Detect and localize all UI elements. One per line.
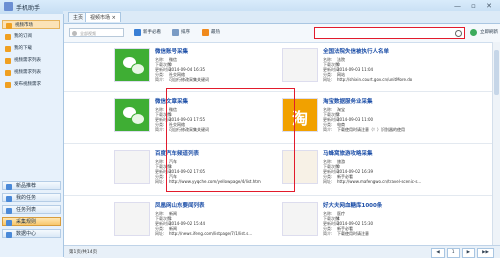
sort-icon (172, 29, 179, 36)
list-icon (6, 207, 12, 214)
filter-icon (72, 30, 77, 36)
task-icon (6, 195, 12, 202)
page-count: 第1页/共14页 (69, 250, 98, 255)
sort-button[interactable]: 排序 (172, 28, 190, 37)
filter-dropdown[interactable]: 全部视频 (69, 28, 124, 37)
status-bar: 第1页/共14页 ◀ 1 ▶ ▶▶ (64, 245, 500, 258)
bubble-icon (131, 63, 145, 75)
search-input[interactable] (317, 29, 455, 36)
toolbar: 全部视频 新手必看 排序 最热 立即刷新 (64, 24, 500, 43)
window-controls[interactable]: — ▫ ✕ (454, 2, 496, 10)
folder-icon (5, 45, 11, 52)
wechat-logo-icon (114, 48, 150, 82)
sidebar-item-requests-2[interactable]: 视频需求列表 (2, 68, 60, 77)
refresh-button[interactable]: 立即刷新 (470, 28, 498, 37)
tab-strip: 主页 视频市场 × (63, 11, 500, 24)
webpage-thumbnail-icon (114, 150, 150, 184)
vertical-scrollbar[interactable] (492, 42, 500, 245)
list-item[interactable]: 马蜂窝旅游攻略采集 名称: 旅游 下载次数:0 更新时间:2014-09-02 1… (282, 148, 487, 200)
sidebar: 视频市场 我的订阅 我的下载 视频需求列表 视频需求列表 发布视频需求 新品推荐… (0, 14, 64, 257)
folder-icon (5, 81, 11, 88)
refresh-icon (470, 29, 477, 36)
folder-icon (6, 22, 12, 29)
sidebar-item-requests[interactable]: 视频需求列表 (2, 56, 60, 65)
hot-button[interactable]: 最热 (202, 28, 220, 37)
webpage-thumbnail-icon (282, 202, 318, 236)
sidebar-nav-data-center[interactable]: 数据中心 (2, 229, 61, 238)
app-title: 手机助手 (16, 5, 41, 12)
sidebar-item-publish[interactable]: 发布视频需求 (2, 80, 60, 89)
folder-icon (5, 69, 11, 76)
card-row: 简介: 下载使用时请注意 (323, 230, 369, 236)
sidebar-item-video-market[interactable]: 视频市场 (2, 20, 60, 29)
card-title[interactable]: 好大夫网血糖库1000条 (323, 201, 483, 209)
search-box (314, 27, 465, 39)
sidebar-nav-rules[interactable]: 采集规则 (2, 217, 61, 226)
bubble-icon (131, 113, 145, 125)
sidebar-nav-new[interactable]: 新品推荐 (2, 181, 61, 190)
scrollbar-thumb[interactable] (494, 50, 499, 95)
divider (64, 91, 492, 92)
card-row: 网址: http://www.mafengwo.cn/travel-scenic-… (323, 178, 422, 184)
webpage-thumbnail-icon (114, 202, 150, 236)
card-row: 网址: http://shixin.court.gov.cn/unitMore.d… (323, 76, 413, 82)
divider (64, 143, 492, 144)
book-icon (134, 29, 141, 36)
newbie-button[interactable]: 新手必看 (134, 28, 161, 37)
tab-video-market[interactable]: 视频市场 × (85, 12, 121, 22)
divider (64, 195, 492, 196)
card-title[interactable]: 淘宝数据服务业采集 (323, 97, 483, 105)
folder-icon (5, 57, 11, 64)
taobao-logo-icon: 淘 (282, 98, 318, 132)
fire-icon (202, 29, 209, 36)
search-icon[interactable] (455, 29, 462, 37)
sidebar-item-subscriptions[interactable]: 我的订阅 (2, 32, 60, 41)
wechat-logo-icon (114, 98, 150, 132)
rules-icon (6, 219, 12, 226)
database-icon (6, 231, 12, 238)
app-logo-icon (4, 2, 13, 11)
tao-glyph-icon: 淘 (291, 109, 308, 128)
mafengwo-logo-icon (282, 150, 318, 184)
sidebar-nav-task-list[interactable]: 任务列表 (2, 205, 61, 214)
court-doc-icon (282, 48, 318, 82)
market-list: 微信账号采集 名称: 微信 下载次数:0 更新时间:2014-09-04 16:3… (64, 42, 492, 245)
card-title[interactable]: 马蜂窝旅游攻略采集 (323, 149, 483, 157)
sidebar-item-downloads[interactable]: 我的下载 (2, 44, 60, 53)
pager: ◀ 1 ▶ ▶▶ (429, 248, 494, 258)
card-row: 简介: 下载使用时请注意（！）识别器的使用 (323, 126, 405, 132)
star-icon (6, 183, 12, 190)
list-item[interactable]: 淘 淘宝数据服务业采集 名称: 淘宝 下载次数:2 更新时间:2014-09-03… (282, 96, 487, 148)
sidebar-nav-my-tasks[interactable]: 我的任务 (2, 193, 61, 202)
card-title[interactable]: 全国法院失信被执行人名单 (323, 47, 483, 55)
folder-icon (5, 33, 11, 40)
